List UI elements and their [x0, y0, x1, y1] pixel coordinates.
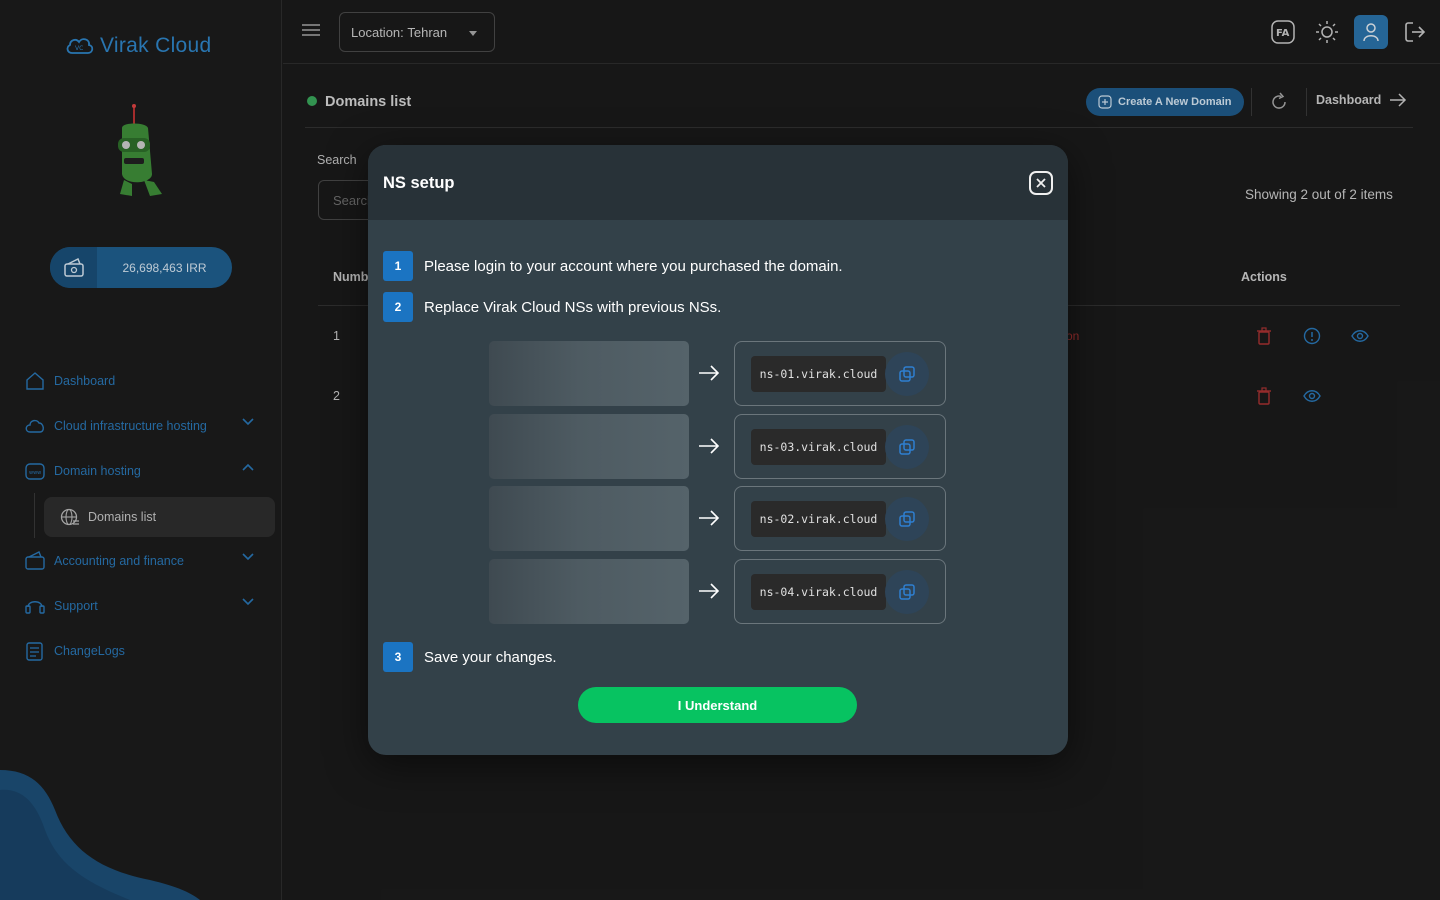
step-number: 3	[383, 642, 413, 672]
previous-ns-placeholder	[489, 341, 689, 406]
arrow-right-icon	[699, 583, 720, 599]
ns-row: ns-04.virak.cloud	[489, 559, 946, 624]
ns-row: ns-03.virak.cloud	[489, 414, 946, 479]
copy-button[interactable]	[885, 497, 929, 541]
previous-ns-placeholder	[489, 559, 689, 624]
nameserver-box: ns-04.virak.cloud	[734, 559, 946, 624]
step-number: 1	[383, 251, 413, 281]
close-icon	[1036, 178, 1046, 188]
modal-header: NS setup	[368, 145, 1068, 220]
copy-icon	[899, 366, 915, 382]
nameserver-value[interactable]: ns-02.virak.cloud	[751, 501, 886, 537]
ns-row: ns-01.virak.cloud	[489, 341, 946, 406]
arrow-right-icon	[699, 438, 720, 454]
ns-setup-modal: NS setup 1 Please login to your account …	[368, 145, 1068, 755]
step-number: 2	[383, 292, 413, 322]
previous-ns-placeholder	[489, 414, 689, 479]
arrow-right-icon	[699, 365, 720, 381]
arrow-right-icon	[699, 510, 720, 526]
copy-button[interactable]	[885, 425, 929, 469]
step-1: 1 Please login to your account where you…	[383, 251, 843, 281]
copy-icon	[899, 584, 915, 600]
copy-button[interactable]	[885, 352, 929, 396]
copy-button[interactable]	[885, 570, 929, 614]
previous-ns-placeholder	[489, 486, 689, 551]
nameserver-value[interactable]: ns-04.virak.cloud	[751, 574, 886, 610]
step-text: Save your changes.	[424, 648, 557, 666]
understand-button[interactable]: I Understand	[578, 687, 857, 723]
copy-icon	[899, 511, 915, 527]
nameserver-box: ns-03.virak.cloud	[734, 414, 946, 479]
nameserver-box: ns-01.virak.cloud	[734, 341, 946, 406]
step-text: Please login to your account where you p…	[424, 257, 843, 275]
nameserver-value[interactable]: ns-01.virak.cloud	[751, 356, 886, 392]
nameserver-box: ns-02.virak.cloud	[734, 486, 946, 551]
modal-title: NS setup	[383, 174, 455, 192]
ns-row: ns-02.virak.cloud	[489, 486, 946, 551]
close-button[interactable]	[1029, 171, 1053, 195]
copy-icon	[899, 439, 915, 455]
nameserver-value[interactable]: ns-03.virak.cloud	[751, 429, 886, 465]
step-3: 3 Save your changes.	[383, 642, 557, 672]
step-text: Replace Virak Cloud NSs with previous NS…	[424, 298, 722, 316]
step-2: 2 Replace Virak Cloud NSs with previous …	[383, 292, 721, 322]
